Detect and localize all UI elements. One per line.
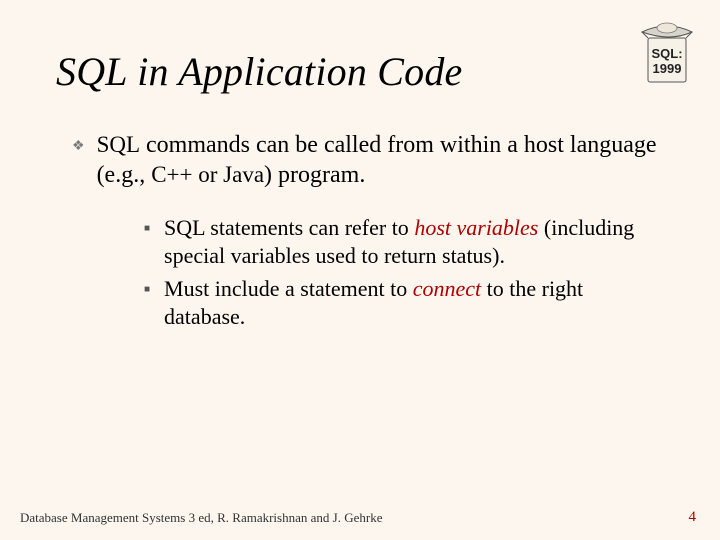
bullet-level2: ■ SQL statements can refer to host varia… xyxy=(144,214,662,269)
page-number: 4 xyxy=(689,509,697,526)
footer-citation: Database Management Systems 3 ed, R. Ram… xyxy=(20,510,382,526)
bullet-text: Must include a statement to connect to t… xyxy=(164,275,662,330)
bullet-level2: ■ Must include a statement to connect to… xyxy=(144,275,662,330)
diamond-bullet-icon: ❖ xyxy=(72,138,85,190)
square-bullet-icon: ■ xyxy=(144,284,150,330)
emphasis-span: connect xyxy=(413,276,481,301)
slide-body: ❖ SQL commands can be called from within… xyxy=(72,130,662,336)
sql-logo-text-line1: SQL: xyxy=(651,46,682,61)
bullet-text: SQL commands can be called from within a… xyxy=(97,130,662,190)
slide-title: SQL in Application Code xyxy=(56,48,462,95)
bullet-level1: ❖ SQL commands can be called from within… xyxy=(72,130,662,190)
text-span: ) program. xyxy=(264,162,365,188)
text-span: Must include a statement to xyxy=(164,276,413,301)
emphasis-span: host variables xyxy=(414,215,538,240)
code-span: C++ or Java xyxy=(151,162,264,187)
text-span: SQL statements can refer to xyxy=(164,215,414,240)
code-span: SQL xyxy=(97,132,140,157)
bullet-text: SQL statements can refer to host variabl… xyxy=(164,214,662,269)
sub-bullet-group: ■ SQL statements can refer to host varia… xyxy=(144,214,662,330)
slide: SQL: 1999 SQL in Application Code ❖ SQL … xyxy=(0,0,720,540)
sql-1999-logo: SQL: 1999 xyxy=(632,18,702,86)
square-bullet-icon: ■ xyxy=(144,223,150,269)
sql-logo-text-line2: 1999 xyxy=(653,61,682,76)
